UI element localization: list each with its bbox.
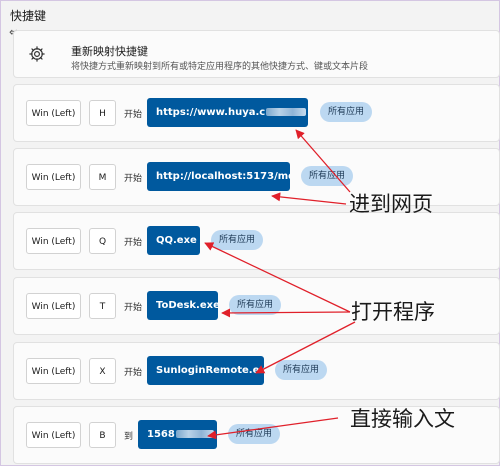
action-label: 开始 — [124, 368, 143, 378]
remap-title: 重新映射快捷键 — [71, 45, 148, 58]
action-label: 开始 — [124, 110, 143, 120]
annotation-text: 直接输入文 — [350, 407, 455, 431]
scope-badge[interactable]: 所有应用 — [211, 230, 264, 250]
redacted-blur — [266, 108, 307, 116]
target-value[interactable]: SunloginRemote.exe — [147, 356, 264, 385]
scope-badge[interactable]: 所有应用 — [229, 295, 282, 315]
target-text: 1568 — [147, 429, 175, 440]
shortcut-row[interactable]: Win (Left) H 开始 https://www.huya.c 所有应用 — [13, 84, 500, 142]
scope-badge[interactable]: 所有应用 — [320, 102, 373, 122]
redacted-blur — [175, 430, 214, 438]
key-letter: M — [89, 164, 116, 190]
annotation-program: 打开程序 — [351, 300, 435, 324]
action-label: 到 — [124, 432, 134, 442]
action-label: 开始 — [124, 303, 143, 313]
target-value[interactable]: ToDesk.exe — [147, 291, 218, 320]
action-label: 开始 — [124, 174, 143, 184]
key-modifier: Win (Left) — [26, 228, 81, 254]
key-modifier: Win (Left) — [26, 422, 81, 448]
page-title: 快捷键 — [10, 9, 47, 23]
key-letter: T — [89, 293, 116, 319]
target-text: https://www.huya.c — [156, 107, 266, 118]
key-letter: X — [89, 358, 116, 384]
annotation-web: 进到网页 — [349, 192, 433, 216]
target-value[interactable]: 1568 — [138, 420, 217, 449]
key-modifier: Win (Left) — [26, 293, 81, 319]
shortcut-row[interactable]: Win (Left) Q 开始 QQ.exe 所有应用 — [13, 212, 500, 270]
action-label: 开始 — [124, 238, 143, 248]
remap-description: 将快捷方式重新映射到所有或特定应用程序的其他快捷方式、键或文本片段 — [71, 62, 369, 72]
remap-shortcuts-card[interactable]: 重新映射快捷键 将快捷方式重新映射到所有或特定应用程序的其他快捷方式、键或文本片… — [13, 30, 500, 78]
key-letter: B — [89, 422, 116, 448]
target-value[interactable]: https://www.huya.c — [147, 98, 308, 127]
key-modifier: Win (Left) — [26, 358, 81, 384]
scope-badge[interactable]: 所有应用 — [301, 166, 354, 186]
key-letter: H — [89, 100, 116, 126]
key-letter: Q — [89, 228, 116, 254]
key-modifier: Win (Left) — [26, 100, 81, 126]
scope-badge[interactable]: 所有应用 — [228, 424, 281, 444]
scope-badge[interactable]: 所有应用 — [275, 360, 328, 380]
gear-icon — [29, 46, 45, 62]
target-value[interactable]: QQ.exe — [147, 226, 200, 255]
shortcut-row[interactable]: Win (Left) X 开始 SunloginRemote.exe 所有应用 — [13, 342, 500, 400]
key-modifier: Win (Left) — [26, 164, 81, 190]
target-value[interactable]: http://localhost:5173/md/ — [147, 162, 290, 191]
